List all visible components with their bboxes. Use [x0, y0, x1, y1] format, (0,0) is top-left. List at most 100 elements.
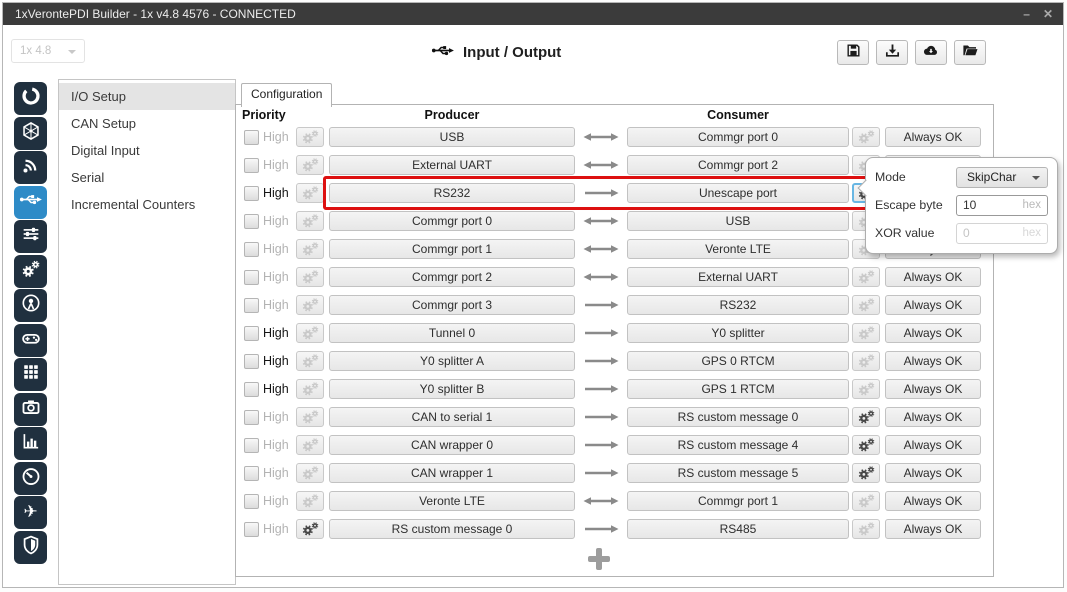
status-button[interactable]: Always OK	[885, 323, 981, 343]
tab-configuration[interactable]: Configuration	[241, 83, 332, 107]
consumer-button[interactable]: RS custom message 5	[627, 463, 849, 483]
high-priority-checkbox[interactable]	[244, 522, 259, 537]
cloud-download-button[interactable]	[915, 40, 947, 65]
high-priority-checkbox[interactable]	[244, 130, 259, 145]
consumer-button[interactable]: Commgr port 0	[627, 127, 849, 147]
consumer-button[interactable]: GPS 0 RTCM	[627, 351, 849, 371]
producer-button[interactable]: CAN to serial 1	[329, 407, 575, 427]
consumer-settings-button[interactable]	[852, 407, 880, 427]
consumer-button[interactable]: RS custom message 0	[627, 407, 849, 427]
save-button[interactable]	[837, 40, 869, 65]
sidebar-item-hexagon-network[interactable]	[14, 117, 47, 150]
consumer-settings-button[interactable]	[852, 267, 880, 287]
consumer-button[interactable]: Commgr port 1	[627, 491, 849, 511]
producer-settings-button[interactable]	[296, 463, 324, 483]
open-folder-button[interactable]	[954, 40, 986, 65]
producer-settings-button[interactable]	[296, 267, 324, 287]
producer-settings-button[interactable]	[296, 407, 324, 427]
producer-button[interactable]: Commgr port 0	[329, 211, 575, 231]
high-priority-checkbox[interactable]	[244, 382, 259, 397]
high-priority-checkbox[interactable]	[244, 242, 259, 257]
producer-settings-button[interactable]	[296, 351, 324, 371]
producer-button[interactable]: Commgr port 1	[329, 239, 575, 259]
status-button[interactable]: Always OK	[885, 435, 981, 455]
status-button[interactable]: Always OK	[885, 127, 981, 147]
consumer-settings-button[interactable]	[852, 323, 880, 343]
producer-button[interactable]: CAN wrapper 0	[329, 435, 575, 455]
high-priority-checkbox[interactable]	[244, 354, 259, 369]
producer-button[interactable]: RS232	[329, 183, 575, 203]
producer-button[interactable]: Y0 splitter A	[329, 351, 575, 371]
version-dropdown[interactable]: 1x 4.8	[11, 39, 85, 63]
producer-button[interactable]: Veronte LTE	[329, 491, 575, 511]
high-priority-checkbox[interactable]	[244, 158, 259, 173]
high-priority-checkbox[interactable]	[244, 438, 259, 453]
consumer-settings-button[interactable]	[852, 127, 880, 147]
add-row-button[interactable]	[586, 546, 612, 572]
sidebar-item-gauge[interactable]	[14, 462, 47, 495]
sidebar-item-airplane[interactable]: ✈	[14, 496, 47, 529]
producer-settings-button[interactable]	[296, 183, 324, 203]
consumer-button[interactable]: Y0 splitter	[627, 323, 849, 343]
producer-button[interactable]: Tunnel 0	[329, 323, 575, 343]
producer-button[interactable]: Commgr port 2	[329, 267, 575, 287]
consumer-button[interactable]: Unescape port	[627, 183, 849, 203]
consumer-button[interactable]: GPS 1 RTCM	[627, 379, 849, 399]
producer-settings-button[interactable]	[296, 211, 324, 231]
nav-item-i-o-setup[interactable]: I/O Setup	[59, 83, 235, 110]
nav-item-digital-input[interactable]: Digital Input	[59, 137, 235, 164]
producer-button[interactable]: CAN wrapper 1	[329, 463, 575, 483]
consumer-button[interactable]: RS232	[627, 295, 849, 315]
sidebar-item-bar-chart[interactable]	[14, 427, 47, 460]
high-priority-checkbox[interactable]	[244, 214, 259, 229]
download-button[interactable]	[876, 40, 908, 65]
status-button[interactable]: Always OK	[885, 351, 981, 371]
close-button[interactable]: ✕	[1043, 3, 1053, 25]
sidebar-item-camera[interactable]	[14, 393, 47, 426]
consumer-settings-button[interactable]	[852, 519, 880, 539]
producer-button[interactable]: USB	[329, 127, 575, 147]
mode-select[interactable]: SkipChar	[956, 167, 1048, 188]
producer-button[interactable]: Commgr port 3	[329, 295, 575, 315]
sidebar-item-signal[interactable]	[14, 151, 47, 184]
high-priority-checkbox[interactable]	[244, 270, 259, 285]
producer-settings-button[interactable]	[296, 295, 324, 315]
consumer-button[interactable]: USB	[627, 211, 849, 231]
producer-settings-button[interactable]	[296, 155, 324, 175]
sidebar-item-usb[interactable]	[14, 186, 47, 219]
consumer-settings-button[interactable]	[852, 491, 880, 511]
sidebar-item-sliders[interactable]	[14, 220, 47, 253]
sidebar-item-shield[interactable]	[14, 531, 47, 564]
sidebar-item-ring[interactable]	[14, 82, 47, 115]
consumer-settings-button[interactable]	[852, 379, 880, 399]
producer-button[interactable]: Y0 splitter B	[329, 379, 575, 399]
high-priority-checkbox[interactable]	[244, 466, 259, 481]
consumer-button[interactable]: Commgr port 2	[627, 155, 849, 175]
producer-settings-button[interactable]	[296, 127, 324, 147]
minimize-button[interactable]: –	[1023, 3, 1030, 25]
nav-item-serial[interactable]: Serial	[59, 164, 235, 191]
consumer-settings-button[interactable]	[852, 351, 880, 371]
status-button[interactable]: Always OK	[885, 519, 981, 539]
producer-settings-button[interactable]	[296, 491, 324, 511]
consumer-settings-button[interactable]	[852, 435, 880, 455]
nav-item-incremental-counters[interactable]: Incremental Counters	[59, 191, 235, 218]
status-button[interactable]: Always OK	[885, 407, 981, 427]
producer-settings-button[interactable]	[296, 379, 324, 399]
status-button[interactable]: Always OK	[885, 267, 981, 287]
sidebar-item-beacon[interactable]	[14, 289, 47, 322]
sidebar-item-grid[interactable]	[14, 358, 47, 391]
consumer-button[interactable]: External UART	[627, 267, 849, 287]
high-priority-checkbox[interactable]	[244, 186, 259, 201]
status-button[interactable]: Always OK	[885, 295, 981, 315]
producer-settings-button[interactable]	[296, 519, 324, 539]
sidebar-item-gamepad[interactable]	[14, 324, 47, 357]
consumer-settings-button[interactable]	[852, 295, 880, 315]
consumer-button[interactable]: RS custom message 4	[627, 435, 849, 455]
status-button[interactable]: Always OK	[885, 463, 981, 483]
consumer-button[interactable]: Veronte LTE	[627, 239, 849, 259]
producer-settings-button[interactable]	[296, 239, 324, 259]
status-button[interactable]: Always OK	[885, 379, 981, 399]
producer-button[interactable]: External UART	[329, 155, 575, 175]
sidebar-item-gears[interactable]	[14, 255, 47, 288]
